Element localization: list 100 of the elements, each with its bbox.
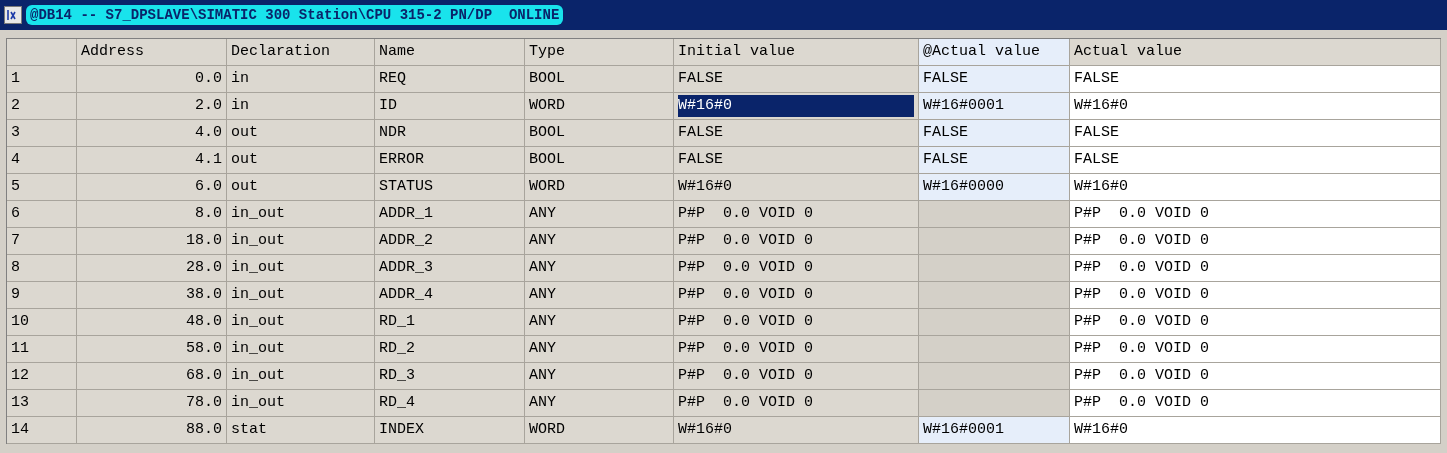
table-cell: 58.0 <box>77 336 227 363</box>
table-cell[interactable]: W#16#0 <box>1070 93 1441 120</box>
table-cell[interactable]: P#P 0.0 VOID 0 <box>1070 336 1441 363</box>
table-cell[interactable]: P#P 0.0 VOID 0 <box>1070 228 1441 255</box>
table-cell: RD_4 <box>375 390 525 417</box>
table-cell[interactable]: P#P 0.0 VOID 0 <box>1070 282 1441 309</box>
table-cell[interactable]: P#P 0.0 VOID 0 <box>1070 309 1441 336</box>
table-cell: ANY <box>525 228 674 255</box>
table-cell: ID <box>375 93 525 120</box>
column-header[interactable]: @Actual value <box>919 39 1070 66</box>
row-number[interactable]: 12 <box>7 363 77 390</box>
table-cell: WORD <box>525 174 674 201</box>
table-cell: ADDR_2 <box>375 228 525 255</box>
table-cell[interactable]: W#16#0 <box>1070 417 1441 444</box>
table-cell: ANY <box>525 309 674 336</box>
row-number[interactable]: 11 <box>7 336 77 363</box>
table-cell: WORD <box>525 93 674 120</box>
table-cell: 38.0 <box>77 282 227 309</box>
table-cell: W#16#0000 <box>919 174 1070 201</box>
table-cell[interactable]: P#P 0.0 VOID 0 <box>1070 363 1441 390</box>
table-cell: W#16#0001 <box>919 417 1070 444</box>
table-cell: 78.0 <box>77 390 227 417</box>
table-cell[interactable]: W#16#0 <box>1070 174 1441 201</box>
table-cell: ADDR_3 <box>375 255 525 282</box>
table-cell: ANY <box>525 390 674 417</box>
row-number[interactable]: 13 <box>7 390 77 417</box>
table-cell: in_out <box>227 390 375 417</box>
table-cell: 18.0 <box>77 228 227 255</box>
column-header[interactable]: Initial value <box>674 39 919 66</box>
table-cell: 68.0 <box>77 363 227 390</box>
row-number[interactable]: 14 <box>7 417 77 444</box>
table-cell[interactable]: P#P 0.0 VOID 0 <box>1070 390 1441 417</box>
row-number[interactable]: 4 <box>7 147 77 174</box>
table-cell: RD_3 <box>375 363 525 390</box>
table-cell: NDR <box>375 120 525 147</box>
table-cell: 6.0 <box>77 174 227 201</box>
table-cell: RD_2 <box>375 336 525 363</box>
table-cell: 88.0 <box>77 417 227 444</box>
column-header[interactable]: Actual value <box>1070 39 1441 66</box>
table-cell: WORD <box>525 417 674 444</box>
table-cell: out <box>227 120 375 147</box>
table-cell: RD_1 <box>375 309 525 336</box>
table-cell: 8.0 <box>77 201 227 228</box>
table-cell[interactable]: FALSE <box>1070 66 1441 93</box>
row-number[interactable]: 2 <box>7 93 77 120</box>
row-number[interactable]: 8 <box>7 255 77 282</box>
column-header[interactable]: Type <box>525 39 674 66</box>
table-cell: 2.0 <box>77 93 227 120</box>
row-number[interactable]: 5 <box>7 174 77 201</box>
table-cell: in_out <box>227 201 375 228</box>
table-cell: ANY <box>525 201 674 228</box>
table-cell: stat <box>227 417 375 444</box>
table-cell: STATUS <box>375 174 525 201</box>
row-number[interactable]: 6 <box>7 201 77 228</box>
table-cell: FALSE <box>919 66 1070 93</box>
row-number[interactable]: 3 <box>7 120 77 147</box>
table-cell[interactable]: FALSE <box>1070 120 1441 147</box>
row-number[interactable]: 10 <box>7 309 77 336</box>
table-cell: in_out <box>227 309 375 336</box>
table-cell: W#16#0001 <box>919 93 1070 120</box>
table-cell[interactable]: FALSE <box>1070 147 1441 174</box>
table-cell: ADDR_4 <box>375 282 525 309</box>
table-cell: ERROR <box>375 147 525 174</box>
table-cell: BOOL <box>525 66 674 93</box>
table-cell: INDEX <box>375 417 525 444</box>
column-header[interactable]: Declaration <box>227 39 375 66</box>
table-cell: in <box>227 66 375 93</box>
row-number[interactable]: 7 <box>7 228 77 255</box>
table-cell: in <box>227 93 375 120</box>
table-cell: in_out <box>227 282 375 309</box>
table-cell: 4.1 <box>77 147 227 174</box>
table-cell: BOOL <box>525 147 674 174</box>
table-cell: 0.0 <box>77 66 227 93</box>
table-cell: 28.0 <box>77 255 227 282</box>
table-cell: in_out <box>227 336 375 363</box>
table-cell: in_out <box>227 228 375 255</box>
table-cell: ANY <box>525 363 674 390</box>
table-cell: ADDR_1 <box>375 201 525 228</box>
table-cell: in_out <box>227 363 375 390</box>
table-cell[interactable]: W#16#0 <box>678 95 914 117</box>
table-cell: FALSE <box>919 120 1070 147</box>
window-icon <box>4 6 22 24</box>
column-header[interactable]: Name <box>375 39 525 66</box>
table-cell: 48.0 <box>77 309 227 336</box>
table-cell: BOOL <box>525 120 674 147</box>
table-cell: ANY <box>525 282 674 309</box>
table-cell: out <box>227 147 375 174</box>
column-header[interactable]: Address <box>77 39 227 66</box>
window-title: @DB14 -- S7_DPSLAVE\SIMATIC 300 Station\CPU 315-2 PN/DP ONLINE <box>26 5 564 25</box>
table-cell: out <box>227 174 375 201</box>
table-cell: FALSE <box>919 147 1070 174</box>
table-cell[interactable]: P#P 0.0 VOID 0 <box>1070 201 1441 228</box>
table-cell[interactable]: P#P 0.0 VOID 0 <box>1070 255 1441 282</box>
row-number[interactable]: 9 <box>7 282 77 309</box>
table-cell: ANY <box>525 336 674 363</box>
table-cell: 4.0 <box>77 120 227 147</box>
row-number[interactable]: 1 <box>7 66 77 93</box>
table-cell: ANY <box>525 255 674 282</box>
table-cell: REQ <box>375 66 525 93</box>
table-cell: in_out <box>227 255 375 282</box>
